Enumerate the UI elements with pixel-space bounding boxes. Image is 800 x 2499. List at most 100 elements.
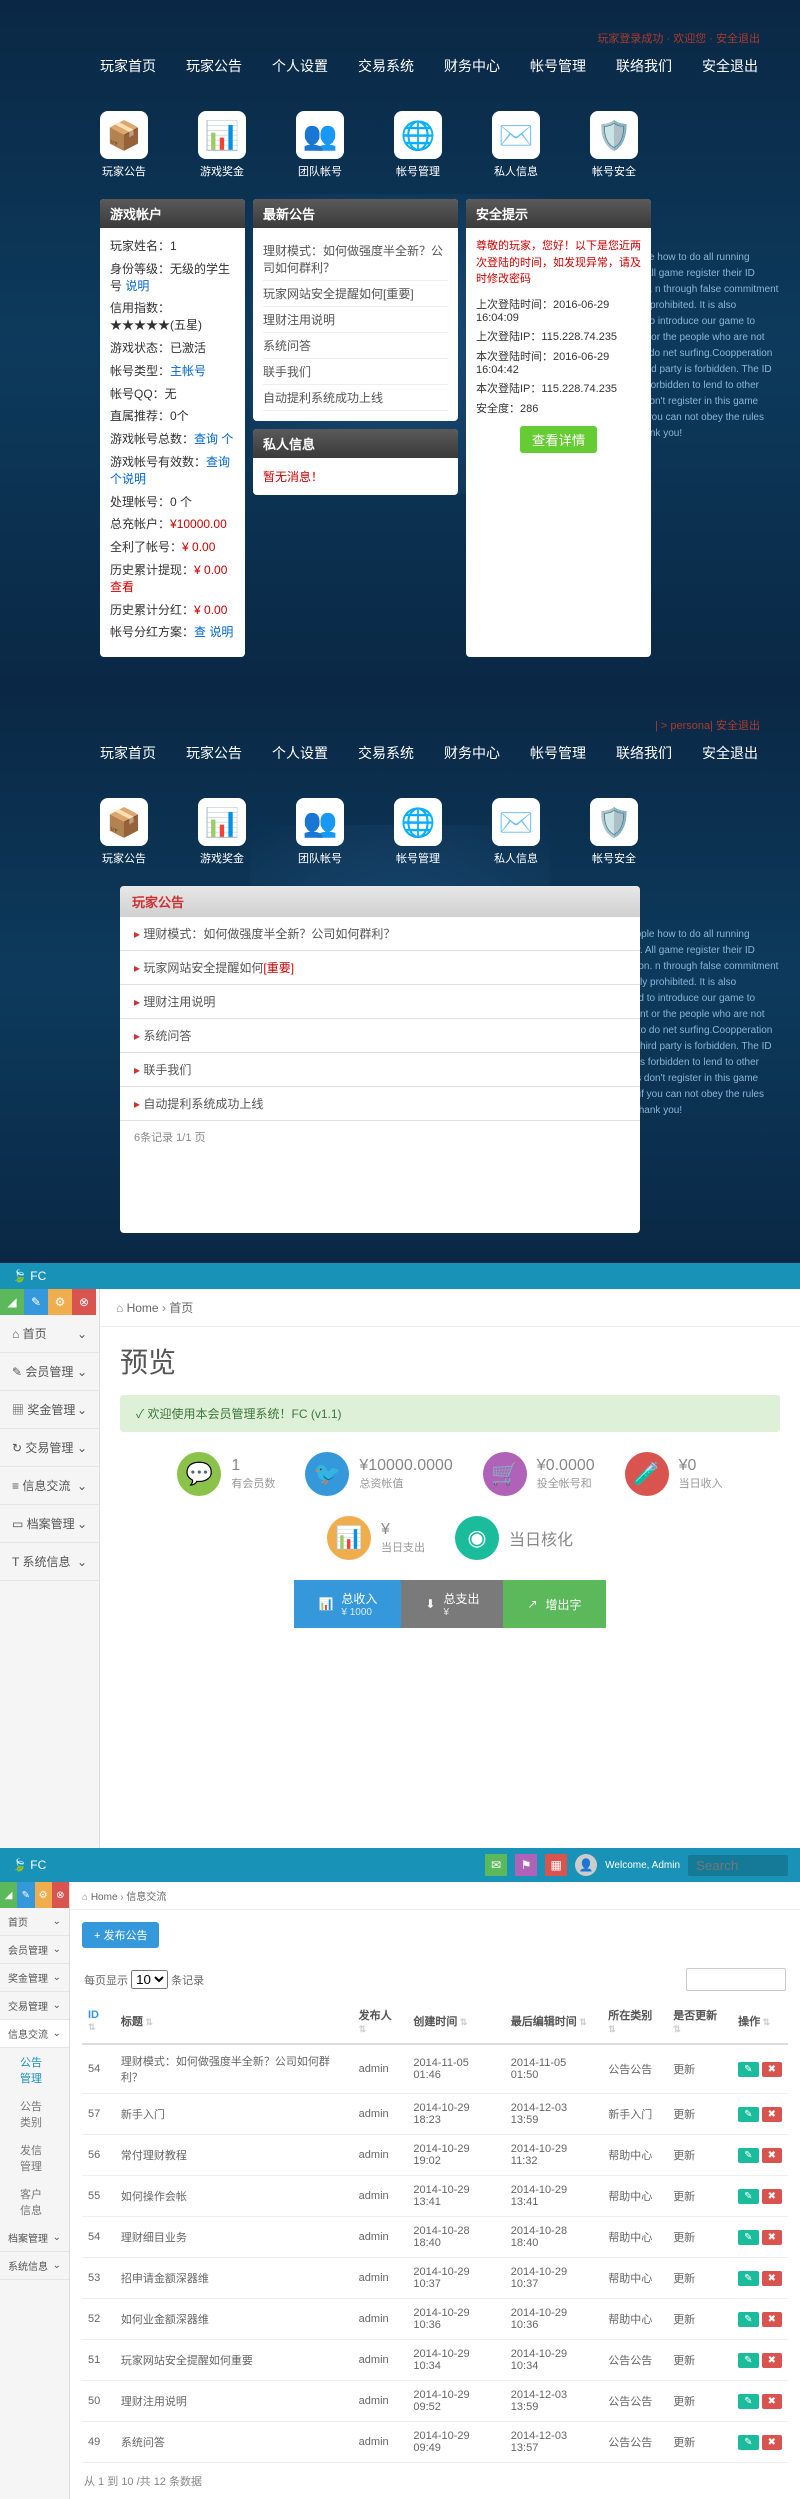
global-search-input[interactable] <box>688 1855 788 1876</box>
delete-button[interactable]: ✖ <box>762 2189 782 2204</box>
quick-icon[interactable]: 👥团队帐号 <box>296 798 344 866</box>
flag-icon[interactable]: ⚑ <box>515 1854 537 1876</box>
sidebar-item[interactable]: 系统信息⌄ <box>0 2252 69 2280</box>
nav-item[interactable]: 帐号管理 <box>530 743 586 763</box>
per-page-select[interactable]: 10 <box>131 1970 168 1989</box>
nav-item[interactable]: 财务中心 <box>444 56 500 76</box>
theme-color-tab[interactable]: ⚙ <box>48 1289 72 1315</box>
announce-item[interactable]: 玩家网站安全提醒如何[重要] <box>263 281 448 307</box>
delete-button[interactable]: ✖ <box>762 2148 782 2163</box>
sidebar-subitem[interactable]: 客户信息 <box>0 2180 69 2224</box>
announce-list-row[interactable]: 玩家网站安全提醒如何[重要] <box>120 951 640 985</box>
theme-color-tab[interactable]: ✎ <box>17 1882 34 1908</box>
announce-list-row[interactable]: 理财注用说明 <box>120 985 640 1019</box>
nav-item[interactable]: 财务中心 <box>444 743 500 763</box>
sidebar-subitem[interactable]: 公告类别 <box>0 2092 69 2136</box>
sidebar-item[interactable]: ✎ 会员管理⌄ <box>0 1353 99 1391</box>
delete-button[interactable]: ✖ <box>762 2062 782 2077</box>
delete-button[interactable]: ✖ <box>762 2353 782 2368</box>
nav-item[interactable]: 安全退出 <box>702 743 758 763</box>
quick-icon[interactable]: 📊游戏奖金 <box>198 798 246 866</box>
table-search-input[interactable] <box>686 1968 786 1991</box>
nav-item[interactable]: 玩家首页 <box>100 56 156 76</box>
action-button[interactable]: 📊总收入¥ 1000 <box>294 1580 401 1628</box>
add-announce-button[interactable]: + 发布公告 <box>82 1922 159 1948</box>
home-icon[interactable]: ⌂ <box>82 1892 88 1903</box>
table-header[interactable]: 是否更新 <box>667 1999 732 2044</box>
announce-list-row[interactable]: 联手我们 <box>120 1053 640 1087</box>
edit-button[interactable]: ✎ <box>738 2107 758 2122</box>
sidebar-subitem[interactable]: 公告管理 <box>0 2048 69 2092</box>
table-header[interactable]: 标题 <box>115 1999 353 2044</box>
quick-icon[interactable]: 🛡️帐号安全 <box>590 798 638 866</box>
sidebar-item[interactable]: 信息交流⌄ <box>0 2020 69 2048</box>
nav-item[interactable]: 联络我们 <box>616 56 672 76</box>
theme-color-tab[interactable]: ◢ <box>0 1882 17 1908</box>
theme-color-tab[interactable]: ⚙ <box>35 1882 52 1908</box>
breadcrumb-home-4[interactable]: Home <box>91 1892 118 1903</box>
sidebar-item[interactable]: 交易管理⌄ <box>0 1992 69 2020</box>
announce-item[interactable]: 自动提利系统成功上线 <box>263 385 448 411</box>
quick-icon[interactable]: ✉️私人信息 <box>492 798 540 866</box>
nav-item[interactable]: 玩家首页 <box>100 743 156 763</box>
delete-button[interactable]: ✖ <box>762 2435 782 2450</box>
table-header[interactable]: 操作 <box>732 1999 788 2044</box>
nav-item[interactable]: 个人设置 <box>272 56 328 76</box>
sidebar-item[interactable]: ▭ 档案管理⌄ <box>0 1505 99 1543</box>
announce-list-row[interactable]: 自动提利系统成功上线 <box>120 1087 640 1121</box>
edit-button[interactable]: ✎ <box>738 2435 758 2450</box>
nav-item[interactable]: 安全退出 <box>702 56 758 76</box>
sidebar-item[interactable]: ↻ 交易管理⌄ <box>0 1429 99 1467</box>
theme-color-tab[interactable]: ⊗ <box>72 1289 96 1315</box>
quick-icon[interactable]: 📊游戏奖金 <box>198 111 246 179</box>
quick-icon[interactable]: 📦玩家公告 <box>100 798 148 866</box>
theme-color-tab[interactable]: ✎ <box>24 1289 48 1315</box>
nav-item[interactable]: 交易系统 <box>358 56 414 76</box>
sidebar-item[interactable]: 首页⌄ <box>0 1908 69 1936</box>
sidebar-item[interactable]: 档案管理⌄ <box>0 2224 69 2252</box>
nav-item[interactable]: 个人设置 <box>272 743 328 763</box>
announce-list-row[interactable]: 系统问答 <box>120 1019 640 1053</box>
action-button[interactable]: ↗增出字 <box>503 1580 605 1628</box>
action-button[interactable]: ⬇总支出¥ <box>401 1580 503 1628</box>
delete-button[interactable]: ✖ <box>762 2107 782 2122</box>
sidebar-item[interactable]: 奖金管理⌄ <box>0 1964 69 1992</box>
theme-color-tab[interactable]: ◢ <box>0 1289 24 1315</box>
quick-icon[interactable]: ✉️私人信息 <box>492 111 540 179</box>
announce-item[interactable]: 系统问答 <box>263 333 448 359</box>
nav-item[interactable]: 玩家公告 <box>186 743 242 763</box>
table-header[interactable]: 最后编辑时间 <box>505 1999 602 2044</box>
theme-color-tab[interactable]: ⊗ <box>52 1882 69 1908</box>
quick-icon[interactable]: 📦玩家公告 <box>100 111 148 179</box>
breadcrumb-current[interactable]: 首页 <box>169 1301 193 1315</box>
announce-item[interactable]: 理财模式：如何做强度半全新？公司如何群利？ <box>263 238 448 281</box>
notif-icon[interactable]: ✉ <box>485 1854 507 1876</box>
nav-item[interactable]: 联络我们 <box>616 743 672 763</box>
edit-button[interactable]: ✎ <box>738 2353 758 2368</box>
nav-item[interactable]: 玩家公告 <box>186 56 242 76</box>
nav-item[interactable]: 帐号管理 <box>530 56 586 76</box>
edit-button[interactable]: ✎ <box>738 2062 758 2077</box>
avatar-icon[interactable]: 👤 <box>575 1854 597 1876</box>
quick-icon[interactable]: 👥团队帐号 <box>296 111 344 179</box>
home-icon[interactable]: ⌂ <box>116 1301 123 1315</box>
delete-button[interactable]: ✖ <box>762 2230 782 2245</box>
delete-button[interactable]: ✖ <box>762 2312 782 2327</box>
announce-list-row[interactable]: 理财模式：如何做强度半全新？公司如何群利？ <box>120 917 640 951</box>
delete-button[interactable]: ✖ <box>762 2394 782 2409</box>
edit-button[interactable]: ✎ <box>738 2148 758 2163</box>
edit-button[interactable]: ✎ <box>738 2271 758 2286</box>
quick-icon[interactable]: 🛡️帐号安全 <box>590 111 638 179</box>
breadcrumb-home[interactable]: Home <box>127 1301 159 1315</box>
sidebar-item[interactable]: ⌂ 首页⌄ <box>0 1315 99 1353</box>
cal-icon[interactable]: ▦ <box>545 1854 567 1876</box>
announce-item[interactable]: 理财注用说明 <box>263 307 448 333</box>
edit-button[interactable]: ✎ <box>738 2394 758 2409</box>
edit-button[interactable]: ✎ <box>738 2189 758 2204</box>
nav-item[interactable]: 交易系统 <box>358 743 414 763</box>
sidebar-item[interactable]: 会员管理⌄ <box>0 1936 69 1964</box>
security-detail-button[interactable]: 查看详情 <box>520 426 597 453</box>
table-header[interactable]: 创建时间 <box>407 1999 504 2044</box>
table-header[interactable]: 所在类别 <box>602 1999 667 2044</box>
sidebar-item[interactable]: ▦ 奖金管理⌄ <box>0 1391 99 1429</box>
